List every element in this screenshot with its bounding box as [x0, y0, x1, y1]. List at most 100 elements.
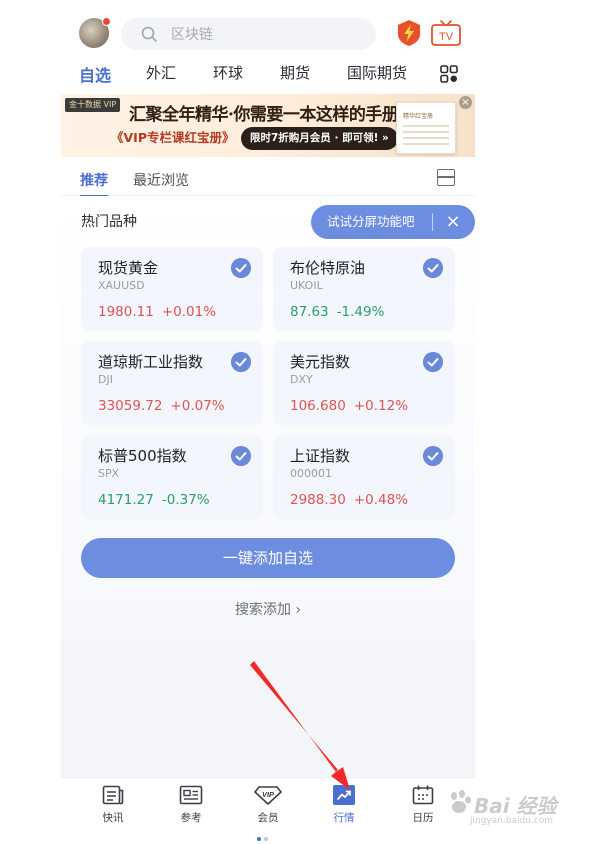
notification-dot	[102, 17, 111, 26]
check-icon[interactable]	[423, 258, 443, 278]
booklet-image: 精华红宝册	[396, 102, 456, 154]
sub-tabs: 推荐 最近浏览	[61, 166, 475, 197]
tooltip-text: 试试分屏功能吧	[327, 214, 415, 229]
instrument-change: +0.07%	[170, 398, 225, 414]
tab-global[interactable]: 环球	[213, 62, 243, 83]
nav-vip[interactable]: VIP 会员	[238, 785, 298, 825]
nav-news-label: 快讯	[102, 812, 124, 824]
instrument-code: DJI	[98, 373, 113, 386]
nav-vip-label: 会员	[257, 812, 279, 824]
nav-calendar[interactable]: 日历	[393, 785, 453, 825]
banner-subline: 《VIP专栏课红宝册》	[111, 130, 235, 145]
nav-reference-label: 参考	[180, 812, 202, 824]
instrument-change: +0.48%	[353, 492, 409, 508]
search-add-link[interactable]: 搜索添加 ›	[61, 599, 475, 619]
tv-icon[interactable]: TV	[430, 19, 462, 47]
watermark-brand: Bai 经验	[474, 794, 557, 818]
watermark-url: jingyan.baidu.com	[470, 816, 554, 826]
empty-area	[61, 640, 475, 778]
banner-close-icon[interactable]: ×	[459, 96, 472, 109]
instrument-code: SPX	[98, 467, 120, 480]
svg-text:VIP: VIP	[262, 790, 275, 799]
instrument-price: 1980.11	[98, 304, 154, 320]
page-indicator	[257, 826, 277, 841]
news-icon	[102, 785, 124, 805]
instrument-price: 2988.30	[290, 492, 346, 508]
instrument-code: UKOIL	[290, 279, 323, 292]
instrument-name: 美元指数	[290, 353, 351, 371]
promo-banner[interactable]: 金十数据 VIP 汇聚全年精华·你需要一本这样的手册! 《VIP专栏课红宝册》 …	[61, 94, 475, 157]
app-screen: 区块链 TV 自选 外汇 环球 期货 国际期货 金十数据 VIP 汇聚全年精华·…	[61, 0, 475, 844]
paw-icon	[451, 790, 471, 813]
split-screen-icon[interactable]	[437, 169, 455, 186]
subtab-recent[interactable]: 最近浏览	[133, 170, 189, 190]
instrument-quote: 33059.72 +0.07%	[98, 398, 225, 414]
instrument-card[interactable]: 道琼斯工业指数 DJI 33059.72 +0.07%	[81, 341, 263, 425]
subtab-recommend[interactable]: 推荐	[80, 170, 108, 190]
search-bar[interactable]: 区块链	[121, 18, 376, 50]
instrument-price: 87.63	[290, 304, 329, 320]
instrument-quote: 87.63 -1.49%	[290, 304, 384, 320]
split-screen-tooltip[interactable]: 试试分屏功能吧 ×	[311, 205, 475, 239]
instrument-change: +0.01%	[161, 304, 217, 320]
instrument-quote: 2988.30 +0.48%	[290, 492, 408, 508]
instrument-change: -0.37%	[161, 492, 210, 508]
avatar[interactable]	[79, 17, 111, 48]
instrument-code: DXY	[290, 373, 313, 386]
hot-title: 热门品种	[81, 214, 137, 230]
check-icon[interactable]	[231, 352, 251, 372]
instrument-price: 106.680	[290, 398, 346, 414]
instrument-price: 33059.72	[98, 398, 163, 414]
tab-intl-futures[interactable]: 国际期货	[347, 62, 407, 83]
check-icon[interactable]	[231, 446, 251, 466]
instrument-name: 布伦特原油	[290, 259, 366, 277]
instrument-card[interactable]: 现货黄金 XAUUSD 1980.11 +0.01%	[81, 247, 263, 331]
instrument-change: -1.49%	[336, 304, 385, 320]
nav-reference[interactable]: 参考	[161, 785, 221, 825]
search-placeholder: 区块链	[171, 27, 213, 43]
instrument-quote: 4171.27 -0.37%	[98, 492, 210, 508]
nav-news[interactable]: 快讯	[83, 785, 143, 825]
instrument-quote: 1980.11 +0.01%	[98, 304, 216, 320]
banner-headline: 汇聚全年精华·你需要一本这样的手册!	[129, 105, 406, 125]
instrument-name: 标普500指数	[98, 447, 187, 465]
flash-icon[interactable]	[396, 19, 422, 47]
add-all-button[interactable]: 一键添加自选	[81, 538, 455, 578]
booklet-title: 精华红宝册	[403, 113, 434, 120]
nav-market[interactable]: 行情	[314, 785, 374, 825]
check-icon[interactable]	[231, 258, 251, 278]
tab-futures[interactable]: 期货	[280, 62, 310, 83]
baidu-watermark: Bai 经验 jingyan.baidu.com	[448, 780, 578, 830]
instrument-code: 000001	[290, 467, 332, 480]
nav-calendar-label: 日历	[412, 812, 434, 824]
bottom-nav: 快讯 参考 VIP 会员 行情 日历	[61, 778, 475, 844]
tooltip-close-icon[interactable]: ×	[443, 205, 463, 239]
grid-menu-icon[interactable]	[440, 65, 458, 83]
check-icon[interactable]	[423, 352, 443, 372]
page: 区块链 TV 自选 外汇 环球 期货 国际期货 金十数据 VIP 汇聚全年精华·…	[0, 0, 589, 844]
tooltip-divider	[432, 213, 433, 231]
instrument-name: 现货黄金	[98, 259, 159, 277]
instrument-card[interactable]: 美元指数 DXY 106.680 +0.12%	[273, 341, 455, 425]
market-icon	[333, 785, 355, 805]
banner-cta[interactable]: 限时7折购月会员 · 即可领! »	[241, 127, 398, 150]
tab-forex[interactable]: 外汇	[146, 62, 176, 83]
svg-text:TV: TV	[439, 31, 454, 43]
nav-market-label: 行情	[333, 812, 355, 824]
instrument-card[interactable]: 标普500指数 SPX 4171.27 -0.37%	[81, 435, 263, 519]
banner-badge: 金十数据 VIP	[65, 98, 121, 112]
instrument-price: 4171.27	[98, 492, 154, 508]
instrument-name: 上证指数	[290, 447, 351, 465]
calendar-icon	[412, 785, 434, 805]
tab-watchlist[interactable]: 自选	[79, 62, 111, 86]
instrument-code: XAUUSD	[98, 279, 145, 292]
instrument-card[interactable]: 上证指数 000001 2988.30 +0.48%	[273, 435, 455, 519]
instrument-name: 道琼斯工业指数	[98, 353, 204, 371]
vip-icon: VIP	[254, 786, 282, 805]
top-tabs: 自选 外汇 环球 期货 国际期货	[61, 62, 475, 88]
check-icon[interactable]	[423, 446, 443, 466]
instrument-card[interactable]: 布伦特原油 UKOIL 87.63 -1.49%	[273, 247, 455, 331]
instrument-quote: 106.680 +0.12%	[290, 398, 408, 414]
search-icon	[141, 26, 157, 42]
reference-icon	[179, 785, 203, 805]
